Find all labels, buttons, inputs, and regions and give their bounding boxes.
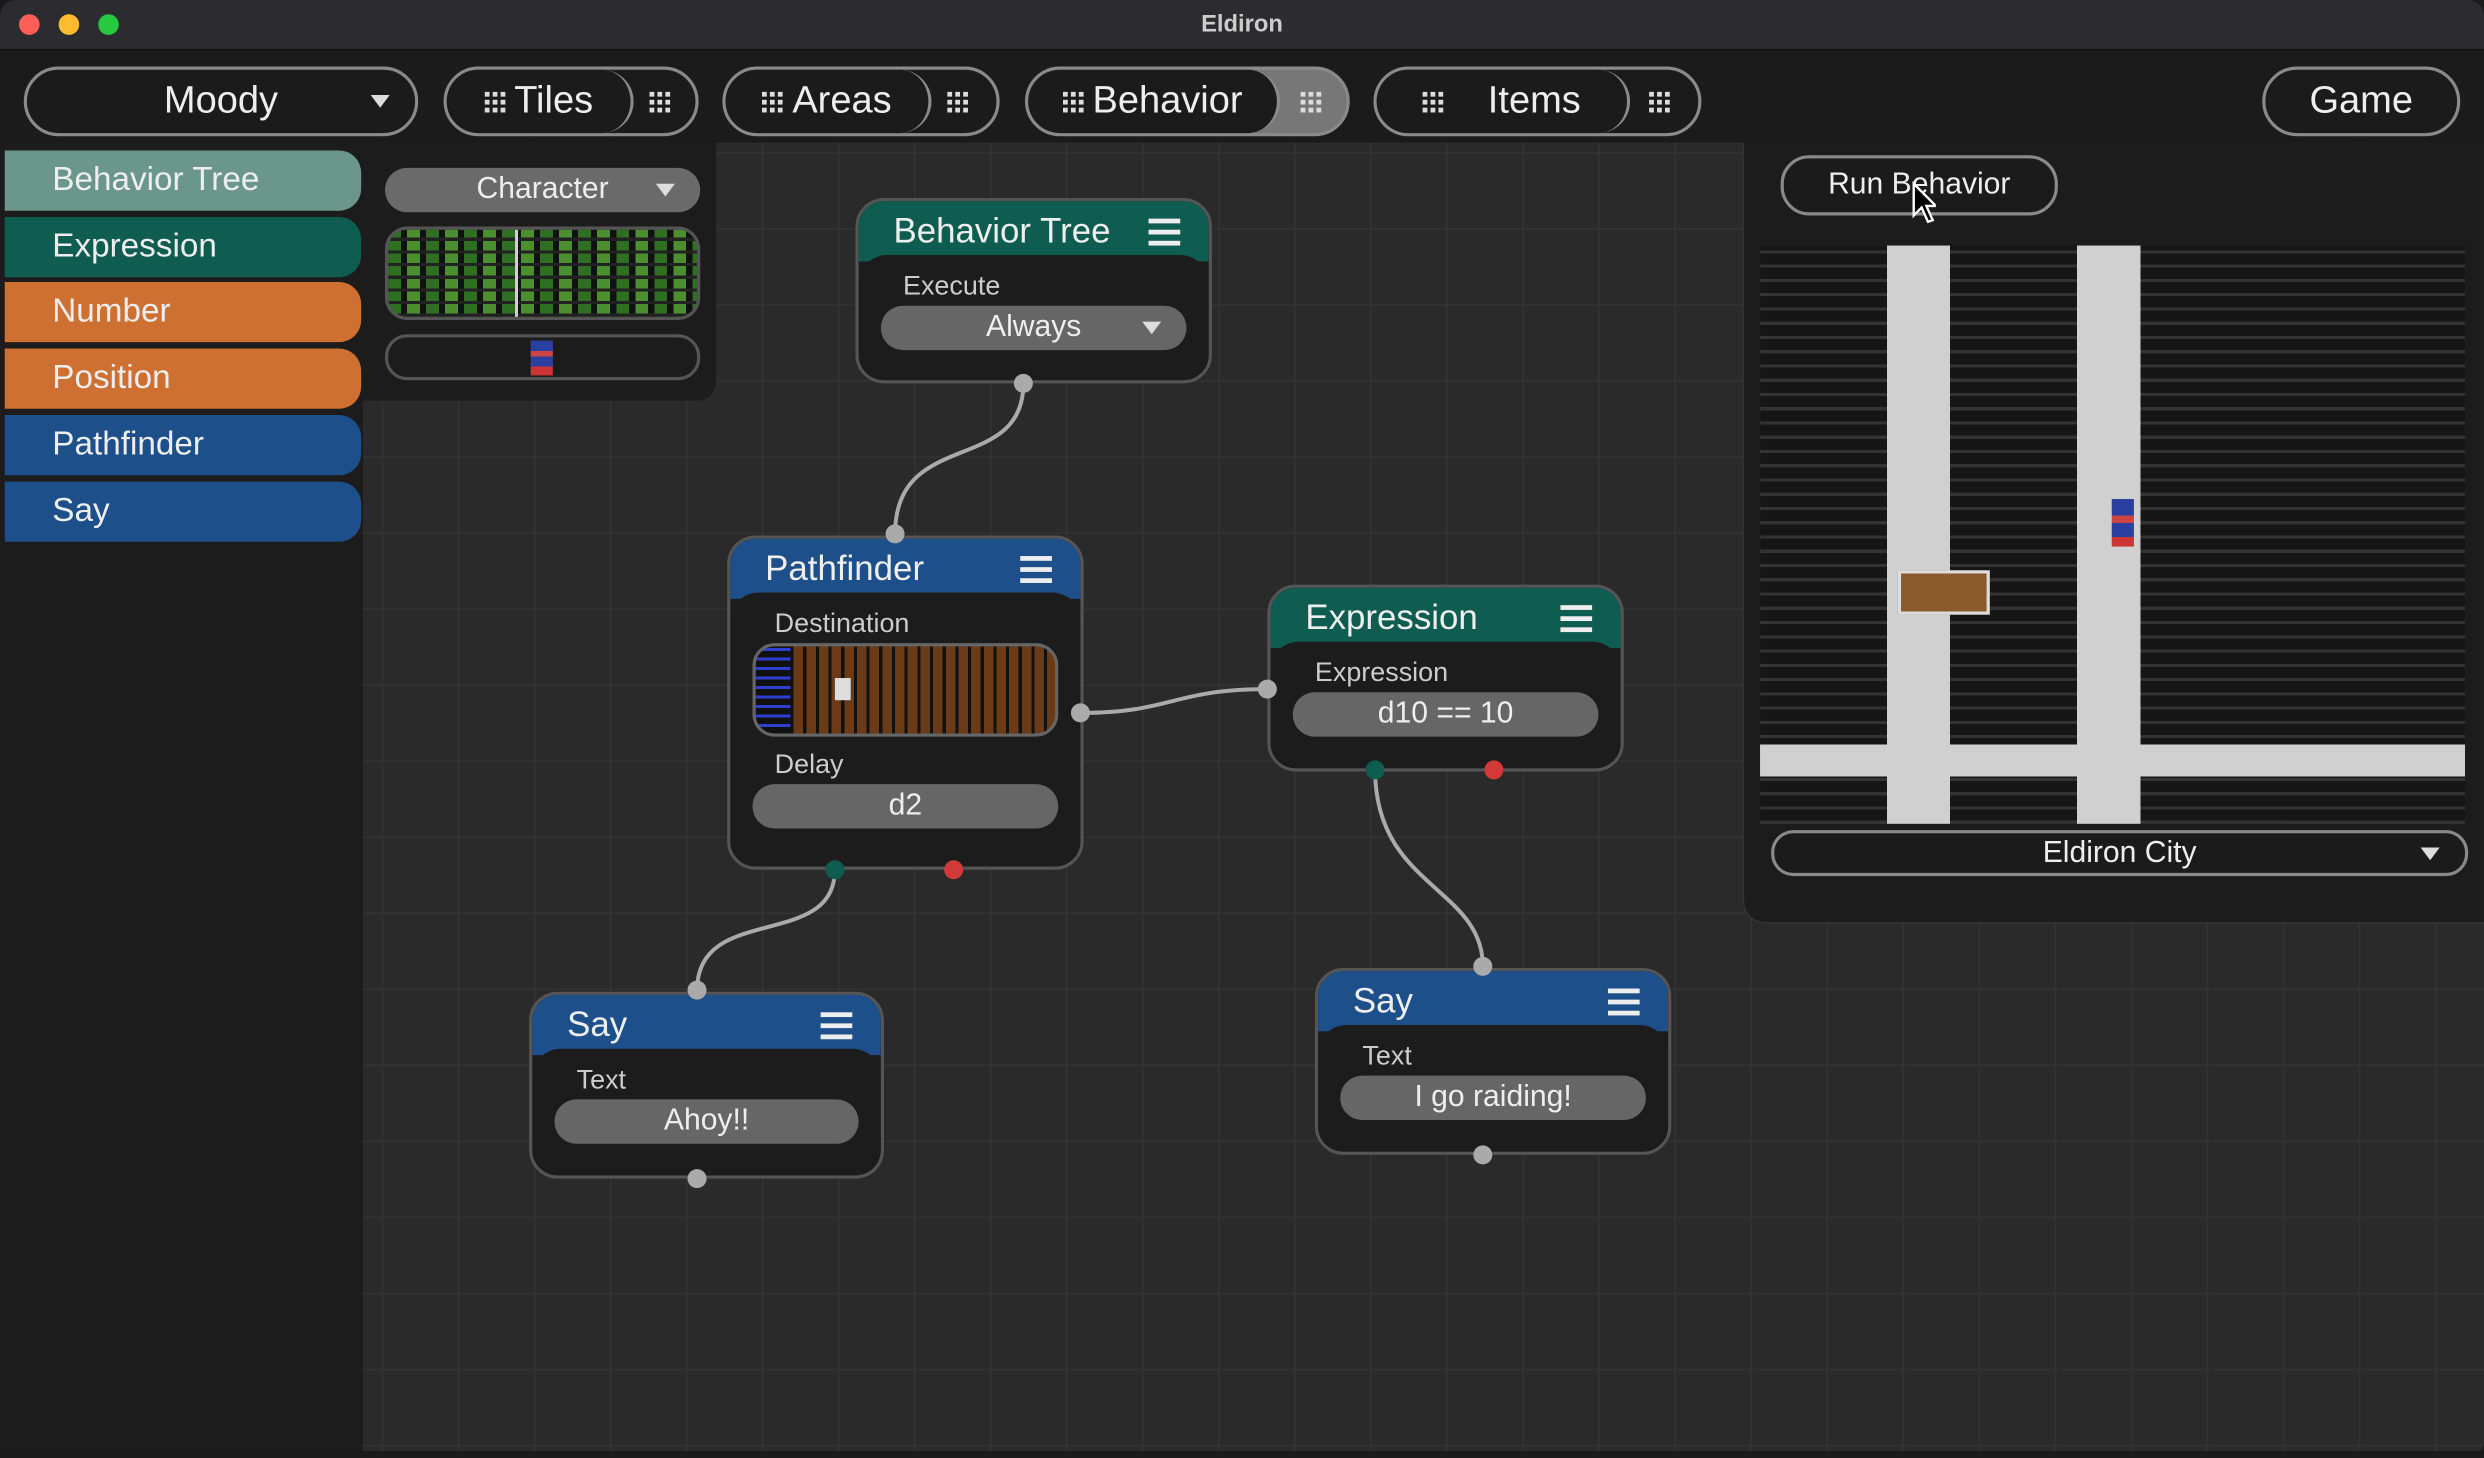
delay-label: Delay: [774, 749, 844, 780]
eldiron-window: Eldiron Moody Tiles Areas Behavior Items…: [0, 0, 2484, 1458]
menu-icon[interactable]: [820, 1011, 853, 1039]
mouse-cursor-icon: [1912, 180, 1936, 224]
menu-icon[interactable]: [1560, 604, 1593, 632]
connection-wire: [893, 383, 1026, 534]
expression-field[interactable]: d10 == 10: [1292, 692, 1599, 737]
say-node[interactable]: Say Text I go raiding!: [1314, 967, 1672, 1155]
input-terminal[interactable]: [687, 980, 707, 1000]
chevron-down-icon: [1142, 321, 1162, 335]
area-name: Eldiron City: [2042, 835, 2197, 869]
menu-icon[interactable]: [1607, 987, 1640, 1015]
destination-label: Destination: [774, 608, 910, 639]
execute-dropdown[interactable]: Always: [880, 305, 1187, 351]
destination-picker[interactable]: [752, 643, 1059, 737]
behavior-tree-node[interactable]: Behavior Tree Execute Always: [855, 198, 1212, 384]
node-title: Behavior Tree: [893, 210, 1111, 251]
connection-wire: [1373, 769, 1485, 967]
menu-icon[interactable]: [1148, 217, 1181, 245]
menu-icon[interactable]: [1020, 555, 1052, 583]
destination-marker: [834, 678, 851, 701]
output-terminal[interactable]: [1013, 373, 1033, 393]
text-field[interactable]: I go raiding!: [1340, 1075, 1646, 1121]
character-sprite: [2111, 499, 2134, 547]
expression-node[interactable]: Expression Expression d10 == 10: [1267, 584, 1624, 772]
text-value: Ahoy!!: [663, 1104, 750, 1138]
text-label: Text: [576, 1064, 627, 1095]
connection-wire: [695, 869, 837, 991]
pathfinder-node[interactable]: Pathfinder Destination Delay d2: [727, 535, 1084, 870]
preview-panel: Run Behavior Eldiron City: [1742, 142, 2484, 924]
input-terminal[interactable]: [1473, 956, 1493, 976]
text-value: I go raiding!: [1414, 1080, 1572, 1114]
expression-value: d10 == 10: [1377, 697, 1514, 731]
connection-wire: [1080, 687, 1268, 715]
area-map-preview[interactable]: [1760, 245, 2466, 824]
output-terminal[interactable]: [1473, 1145, 1493, 1165]
expression-label: Expression: [1314, 657, 1449, 688]
text-field[interactable]: Ahoy!!: [554, 1099, 859, 1144]
execute-value: Always: [986, 310, 1082, 344]
success-terminal[interactable]: [825, 860, 845, 880]
node-title: Pathfinder: [765, 548, 925, 588]
text-label: Text: [1362, 1040, 1412, 1071]
failure-terminal[interactable]: [944, 860, 964, 880]
output-terminal[interactable]: [1070, 703, 1090, 723]
water-tile: [755, 646, 791, 734]
success-terminal[interactable]: [1365, 760, 1385, 780]
output-terminal[interactable]: [687, 1169, 707, 1189]
delay-field[interactable]: d2: [752, 784, 1059, 829]
node-title: Say: [567, 1004, 628, 1044]
node-title: Expression: [1305, 597, 1478, 637]
area-dropdown[interactable]: Eldiron City: [1771, 830, 2469, 877]
execute-label: Execute: [902, 270, 1001, 301]
input-terminal[interactable]: [1257, 679, 1277, 699]
table-sprite: [1897, 570, 1990, 615]
input-terminal[interactable]: [885, 524, 905, 544]
delay-value: d2: [888, 788, 923, 823]
chevron-down-icon: [2420, 846, 2440, 860]
node-title: Say: [1352, 980, 1413, 1021]
say-node[interactable]: Say Text Ahoy!!: [529, 991, 884, 1179]
failure-terminal[interactable]: [1484, 760, 1504, 780]
